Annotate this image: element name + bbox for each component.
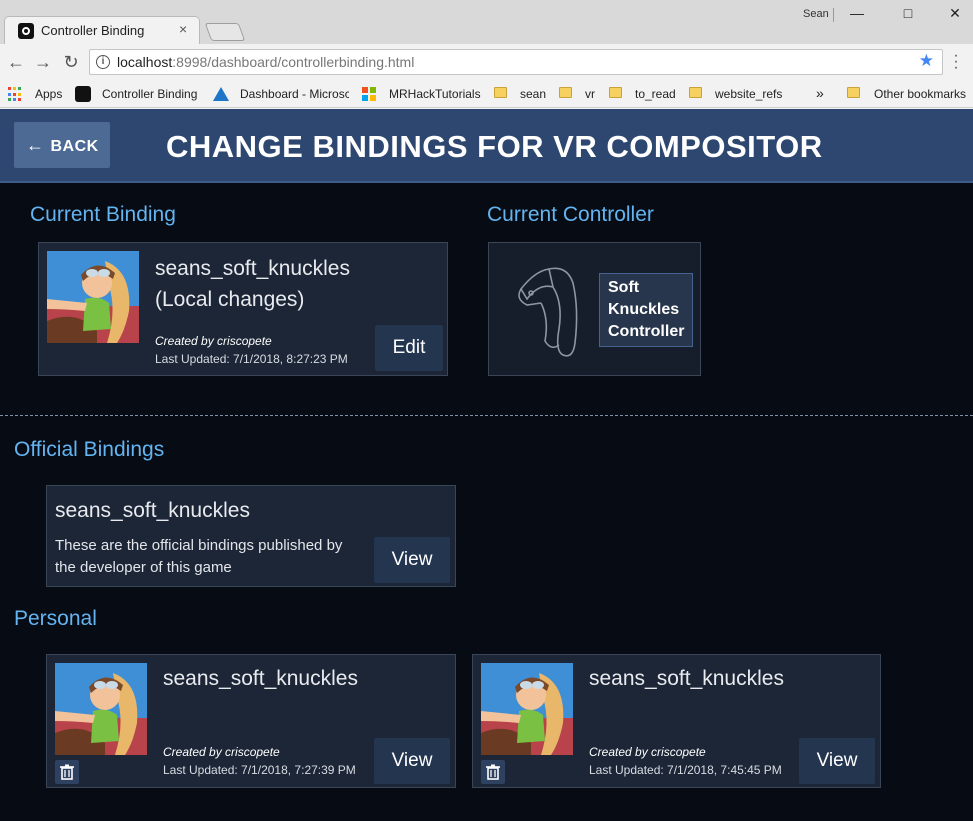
back-arrow-icon[interactable]: ← — [5, 51, 27, 73]
url-text: localhost:8998/dashboard/controllerbindi… — [117, 54, 415, 70]
page-title: CHANGE BINDINGS FOR VR COMPOSITOR — [166, 129, 823, 164]
current-controller-card: Soft Knuckles Controller — [488, 242, 701, 376]
bookmark-folder[interactable]: to_read — [635, 87, 676, 101]
bookmarks-bar: Apps Controller Binding Dashboard - Micr… — [0, 82, 973, 108]
steam-icon — [18, 23, 34, 39]
official-bindings-heading: Official Bindings — [14, 438, 165, 461]
binding-name: seans_soft_knuckles — [163, 667, 358, 690]
created-by: Created by criscopete — [163, 745, 280, 759]
folder-icon — [494, 87, 507, 98]
personal-binding-card: seans_soft_knuckles Created by criscopet… — [472, 654, 881, 788]
maximize-icon[interactable]: □ — [893, 2, 923, 24]
section-divider — [0, 415, 973, 416]
personal-binding-card: seans_soft_knuckles Created by criscopet… — [46, 654, 456, 788]
bookmark-folder[interactable]: sean — [520, 87, 546, 101]
bookmark-apps[interactable]: Apps — [35, 87, 62, 101]
delete-button[interactable] — [481, 760, 505, 784]
forward-arrow-icon[interactable]: → — [32, 51, 54, 73]
back-button[interactable]: ← BACK — [14, 122, 110, 168]
view-button[interactable]: View — [374, 537, 450, 583]
more-bookmarks-icon[interactable]: » — [816, 85, 824, 101]
arrow-left-icon: ← — [26, 135, 45, 155]
apps-icon — [8, 87, 23, 102]
bookmark-folder[interactable]: vr — [585, 87, 595, 101]
controller-icon — [505, 259, 585, 359]
microsoft-icon — [362, 87, 376, 101]
bookmark-folder[interactable]: website_refs — [715, 87, 782, 101]
binding-name: seans_soft_knuckles — [155, 257, 350, 280]
bookmark-item[interactable]: Dashboard - Microsc — [240, 87, 349, 101]
created-by: Created by criscopete — [155, 334, 272, 348]
controller-name: Soft Knuckles Controller — [599, 273, 693, 347]
last-updated: Last Updated: 7/1/2018, 7:27:39 PM — [163, 763, 356, 777]
folder-icon — [689, 87, 702, 98]
binding-name: seans_soft_knuckles — [55, 499, 250, 522]
trash-icon — [60, 764, 74, 780]
page-header: ← BACK CHANGE BINDINGS FOR VR COMPOSITOR — [0, 109, 973, 183]
divider — [833, 8, 834, 22]
other-bookmarks[interactable]: Other bookmarks — [874, 87, 966, 101]
view-button[interactable]: View — [374, 738, 450, 784]
menu-dots-icon[interactable]: · · · — [951, 48, 961, 76]
binding-status: (Local changes) — [155, 288, 305, 311]
new-tab-button[interactable] — [204, 23, 246, 41]
bookmark-star-icon[interactable]: ★ — [919, 51, 934, 71]
edit-button[interactable]: Edit — [375, 325, 443, 371]
last-updated: Last Updated: 7/1/2018, 8:27:23 PM — [155, 352, 348, 366]
profile-name[interactable]: Sean — [803, 8, 829, 20]
address-bar[interactable]: i localhost:8998/dashboard/controllerbin… — [89, 49, 943, 75]
back-label: BACK — [50, 138, 99, 155]
folder-icon — [609, 87, 622, 98]
delete-button[interactable] — [55, 760, 79, 784]
page-content: ← BACK CHANGE BINDINGS FOR VR COMPOSITOR … — [0, 109, 973, 821]
browser-tab[interactable]: Controller Binding × — [4, 16, 200, 45]
steam-icon — [75, 86, 91, 102]
created-by: Created by criscopete — [589, 745, 706, 759]
title-bar: Controller Binding × Sean — □ ✕ — [0, 0, 973, 45]
personal-heading: Personal — [14, 607, 97, 630]
tab-title: Controller Binding — [41, 23, 145, 38]
view-button[interactable]: View — [799, 738, 875, 784]
bookmark-item[interactable]: Controller Binding — [102, 87, 197, 101]
browser-toolbar: ← → ↻ i localhost:8998/dashboard/control… — [0, 44, 973, 82]
current-binding-heading: Current Binding — [30, 203, 176, 226]
folder-icon — [847, 87, 860, 98]
official-binding-card: seans_soft_knuckles These are the offici… — [46, 485, 456, 587]
current-binding-card: seans_soft_knuckles (Local changes) Crea… — [38, 242, 448, 376]
close-window-icon[interactable]: ✕ — [940, 2, 970, 24]
binding-avatar — [47, 251, 139, 343]
browser-chrome: Controller Binding × Sean — □ ✕ ← → ↻ i … — [0, 0, 973, 109]
azure-icon — [213, 87, 229, 101]
binding-description: These are the official bindings publishe… — [55, 537, 343, 576]
binding-avatar — [481, 663, 573, 755]
close-tab-icon[interactable]: × — [179, 21, 187, 37]
last-updated: Last Updated: 7/1/2018, 7:45:45 PM — [589, 763, 782, 777]
binding-name: seans_soft_knuckles — [589, 667, 784, 690]
trash-icon — [486, 764, 500, 780]
bookmark-item[interactable]: MRHackTutorials — [389, 87, 481, 101]
minimize-icon[interactable]: — — [842, 2, 872, 24]
binding-avatar — [55, 663, 147, 755]
current-controller-heading: Current Controller — [487, 203, 654, 226]
folder-icon — [559, 87, 572, 98]
info-icon[interactable]: i — [96, 55, 110, 69]
reload-icon[interactable]: ↻ — [60, 51, 82, 73]
